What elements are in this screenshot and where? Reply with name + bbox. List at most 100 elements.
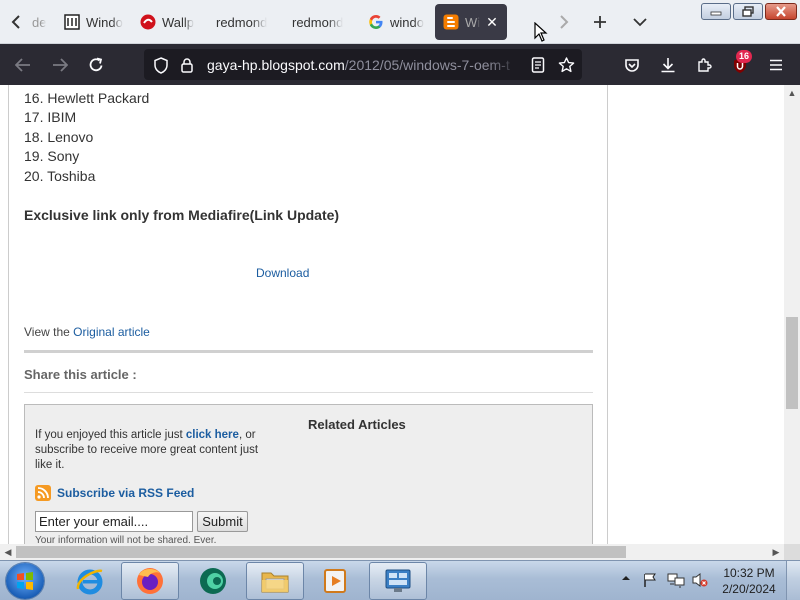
taskbar-media-center[interactable] — [184, 562, 242, 600]
click-here-link[interactable]: click here — [186, 429, 239, 441]
forward-button[interactable] — [47, 52, 73, 78]
close-window-button[interactable] — [765, 3, 797, 20]
tab-2[interactable]: Windo — [56, 4, 124, 40]
vertical-scroll-thumb[interactable] — [786, 317, 798, 409]
download-link[interactable]: Download — [256, 266, 309, 280]
bookmark-star-icon[interactable] — [557, 56, 575, 74]
extensions-button[interactable] — [691, 52, 717, 78]
download-icon — [661, 58, 675, 73]
taskbar-internet-explorer[interactable] — [61, 562, 119, 600]
tab-label: Wi — [465, 14, 481, 30]
windows-logo-icon — [17, 572, 33, 590]
extension-count-badge: 16 — [736, 50, 753, 63]
navigation-toolbar: gaya-hp.blogspot.com/2012/05/windows-7-o… — [0, 44, 800, 85]
pocket-icon — [625, 58, 639, 72]
show-hidden-icons-arrow[interactable] — [621, 573, 631, 585]
related-articles-box: Related Articles If you enjoyed this art… — [24, 404, 593, 544]
rss-feed-link[interactable]: Subscribe via RSS Feed — [35, 485, 194, 501]
vertical-scrollbar[interactable]: ▲ — [784, 85, 800, 544]
email-field[interactable] — [35, 511, 193, 532]
tab-label: redmond — [216, 14, 268, 30]
puzzle-icon — [698, 58, 712, 72]
tab-active[interactable]: Wi ✕ — [435, 4, 507, 40]
arrow-left-icon — [15, 58, 30, 72]
tab-label: Windo — [86, 14, 123, 30]
wallpaper-site-icon — [140, 14, 156, 30]
url-host: gaya-hp.blogspot.com — [207, 57, 345, 73]
list-all-tabs-button[interactable] — [628, 10, 652, 34]
lock-icon[interactable] — [178, 56, 196, 74]
address-bar[interactable]: gaya-hp.blogspot.com/2012/05/windows-7-o… — [144, 49, 582, 80]
tab-1[interactable]: de — [24, 4, 52, 40]
view-original-line: View the Original article — [24, 325, 150, 339]
hamburger-menu-icon — [770, 59, 782, 71]
clock-time: 10:32 PM — [723, 566, 775, 580]
horizontal-scroll-thumb[interactable] — [16, 546, 626, 558]
control-panel-icon — [385, 569, 411, 592]
network-icon[interactable] — [667, 572, 685, 591]
back-button[interactable] — [10, 52, 36, 78]
tab-label: redmond — [292, 14, 344, 30]
chevron-down-icon — [633, 18, 647, 27]
volume-muted-icon[interactable] — [691, 572, 709, 591]
horizontal-scrollbar[interactable]: ◀ ▶ — [0, 544, 784, 560]
action-center-flag-icon[interactable] — [642, 572, 658, 591]
new-tab-button[interactable] — [588, 10, 612, 34]
plus-icon — [594, 16, 606, 28]
subscribe-prefix: If you enjoyed this article just — [35, 429, 186, 441]
system-clock[interactable]: 10:32 PM 2/20/2024 — [716, 565, 782, 597]
tab-3[interactable]: Wallp — [132, 4, 200, 40]
list-item: 20. Toshiba — [24, 168, 96, 184]
menu-button[interactable] — [763, 52, 789, 78]
rss-icon — [35, 485, 51, 501]
subscribe-text: If you enjoyed this article just click h… — [35, 428, 275, 473]
tab-4[interactable]: redmond — [208, 4, 278, 40]
divider — [24, 392, 593, 393]
original-article-link[interactable]: Original article — [73, 325, 150, 339]
scroll-left-arrow-icon[interactable]: ◀ — [0, 544, 16, 560]
start-button[interactable] — [6, 563, 44, 599]
scroll-right-arrow-icon[interactable]: ▶ — [768, 544, 784, 560]
tab-close-icon[interactable]: ✕ — [486, 14, 498, 31]
taskbar-file-explorer[interactable] — [246, 562, 304, 600]
list-item: 17. IBIM — [24, 109, 77, 125]
url-text[interactable]: gaya-hp.blogspot.com/2012/05/windows-7-o… — [207, 57, 519, 73]
shield-icon[interactable] — [152, 56, 170, 74]
show-desktop-button[interactable] — [786, 561, 800, 600]
google-icon — [368, 14, 384, 30]
rss-label: Subscribe via RSS Feed — [57, 486, 195, 500]
minimize-button[interactable] — [701, 3, 731, 20]
reload-button[interactable] — [83, 52, 109, 78]
submit-button[interactable]: Submit — [197, 511, 248, 532]
scroll-up-arrow-icon[interactable]: ▲ — [784, 85, 800, 101]
taskbar-firefox[interactable] — [121, 562, 179, 600]
share-title: Share this article : — [24, 367, 137, 382]
taskbar: 10:32 PM 2/20/2024 — [0, 560, 800, 600]
scrollbar-corner — [784, 544, 800, 560]
view-original-prefix: View the — [24, 325, 74, 339]
tab-scroll-right-button[interactable] — [552, 10, 576, 34]
url-path: /2012/05/windows-7-oem-t — [344, 57, 510, 73]
reader-view-icon[interactable] — [529, 56, 547, 74]
taskbar-media-player[interactable] — [308, 562, 366, 600]
taskbar-control-panel[interactable] — [369, 562, 427, 600]
tab-5[interactable]: redmond — [284, 4, 354, 40]
minimize-icon — [710, 11, 722, 15]
tab-label: Wallp — [162, 14, 195, 30]
chevron-right-icon — [560, 15, 569, 29]
internet-explorer-icon — [76, 569, 103, 595]
divider — [24, 350, 593, 353]
tab-6[interactable]: windo — [360, 4, 428, 40]
reload-icon — [89, 57, 103, 72]
site-favicon-icon — [64, 14, 80, 30]
downloads-button[interactable] — [655, 52, 681, 78]
related-articles-title: Related Articles — [308, 417, 406, 432]
list-item: 16. Hewlett Packard — [24, 90, 150, 106]
arrow-right-icon — [53, 58, 68, 72]
restore-button[interactable] — [733, 3, 763, 20]
pocket-button[interactable] — [619, 52, 645, 78]
mediafire-heading: Exclusive link only from Mediafire(Link … — [24, 207, 340, 223]
restore-icon — [742, 6, 754, 17]
list-item: 18. Lenovo — [24, 129, 94, 145]
sidebar-column — [609, 85, 784, 544]
